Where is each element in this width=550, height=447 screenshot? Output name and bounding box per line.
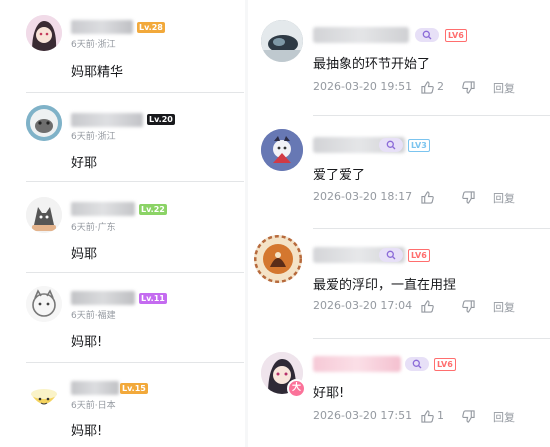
comment-text: 爱了爱了 bbox=[313, 168, 366, 183]
comment-text: 最爱的浮印，一直在用捏 bbox=[313, 278, 457, 293]
comment-item: LV6 最爱的浮印，一直在用捏 2026-03-20 17:04 回复 bbox=[248, 229, 550, 339]
comment-actions: 2026-03-20 18:17 回复 bbox=[313, 190, 543, 206]
search-icon[interactable] bbox=[405, 357, 429, 371]
comment-item: 大 LV6 好耶! 2026-03-20 17:51 1 回复 bbox=[248, 339, 550, 447]
username-redacted[interactable] bbox=[313, 356, 401, 372]
comment-item: Lv.15 6天前·日本 妈耶! bbox=[0, 363, 245, 447]
right-comment-column: LV6 最抽象的环节开始了 2026-03-20 19:51 2 回复 LV3 … bbox=[248, 0, 550, 447]
thumb-down-icon[interactable] bbox=[462, 191, 475, 204]
comment-text: 妈耶! bbox=[71, 424, 103, 439]
comment-item: Lv.20 6天前·浙江 好耶 bbox=[0, 93, 245, 183]
comment-actions: 2026-03-20 17:04 回复 bbox=[313, 299, 543, 315]
comment-date: 2026-03-20 17:04 bbox=[313, 299, 413, 312]
comment-item: Lv.28 6天前·浙江 妈耶精华 bbox=[0, 0, 245, 92]
thumb-up-icon[interactable] bbox=[421, 191, 434, 204]
comment-meta: 6天前·福建 bbox=[71, 311, 116, 321]
comment-meta: 6天前·浙江 bbox=[71, 40, 116, 50]
level-badge: LV6 bbox=[445, 29, 467, 42]
thumb-down-icon[interactable] bbox=[462, 300, 475, 313]
comment-text: 好耶! bbox=[313, 386, 345, 401]
username-redacted[interactable] bbox=[71, 202, 135, 216]
comment-meta: 6天前·浙江 bbox=[71, 132, 116, 142]
comment-item: Lv.11 6天前·福建 妈耶! bbox=[0, 273, 245, 363]
comment-text: 妈耶 bbox=[71, 247, 98, 262]
blurred-photo-avatar-icon[interactable] bbox=[261, 20, 303, 62]
username-redacted[interactable] bbox=[71, 291, 135, 305]
comment-actions: 2026-03-20 19:51 2 回复 bbox=[313, 80, 543, 96]
comment-text: 妈耶! bbox=[71, 335, 103, 350]
comment-meta: 6天前·日本 bbox=[71, 401, 116, 411]
search-icon[interactable] bbox=[379, 138, 403, 152]
comment-text: 好耶 bbox=[71, 156, 98, 171]
username-redacted[interactable] bbox=[71, 20, 133, 34]
thumb-up-icon[interactable] bbox=[421, 81, 434, 94]
search-icon[interactable] bbox=[379, 248, 403, 262]
level-badge: LV3 bbox=[408, 139, 430, 152]
thumb-up-icon[interactable] bbox=[421, 300, 434, 313]
character-avatar-icon[interactable] bbox=[261, 129, 303, 171]
comment-date: 2026-03-20 17:51 bbox=[313, 409, 413, 422]
comment-date: 2026-03-20 18:17 bbox=[313, 190, 413, 203]
level-badge: LV6 bbox=[434, 358, 456, 371]
smiley-bowl-avatar-icon[interactable] bbox=[26, 378, 62, 414]
username-redacted[interactable] bbox=[313, 27, 409, 43]
comment-text: 妈耶精华 bbox=[71, 65, 124, 80]
ornate-seal-avatar-icon[interactable] bbox=[254, 235, 302, 283]
cat-avatar-icon[interactable] bbox=[26, 105, 62, 141]
username-redacted[interactable] bbox=[71, 113, 143, 127]
comment-item: LV6 最抽象的环节开始了 2026-03-20 19:51 2 回复 bbox=[248, 0, 550, 115]
reply-button[interactable]: 回复 bbox=[493, 409, 515, 425]
like-count: 1 bbox=[437, 409, 444, 422]
vip-badge: 大 bbox=[287, 379, 306, 398]
comment-actions: 2026-03-20 17:51 1 回复 bbox=[313, 409, 543, 425]
search-icon[interactable] bbox=[415, 28, 439, 42]
level-badge: Lv.28 bbox=[137, 22, 165, 33]
level-badge: Lv.11 bbox=[139, 293, 167, 304]
comment-meta: 6天前·广东 bbox=[71, 223, 116, 233]
level-badge: LV6 bbox=[408, 249, 430, 262]
comment-date: 2026-03-20 19:51 bbox=[313, 80, 413, 93]
username-redacted[interactable] bbox=[71, 381, 119, 395]
reply-button[interactable]: 回复 bbox=[493, 299, 515, 315]
comment-item: Lv.22 6天前·广东 妈耶 bbox=[0, 182, 245, 272]
level-badge: Lv.20 bbox=[147, 114, 175, 125]
thumb-down-icon[interactable] bbox=[462, 81, 475, 94]
comment-item: LV3 爱了爱了 2026-03-20 18:17 回复 bbox=[248, 116, 550, 228]
level-badge: Lv.22 bbox=[139, 204, 167, 215]
thumb-up-icon[interactable] bbox=[421, 410, 434, 423]
reply-button[interactable]: 回复 bbox=[493, 80, 515, 96]
left-comment-column: Lv.28 6天前·浙江 妈耶精华 Lv.20 6天前·浙江 好耶 Lv.22 … bbox=[0, 0, 245, 447]
reply-button[interactable]: 回复 bbox=[493, 190, 515, 206]
comment-text: 最抽象的环节开始了 bbox=[313, 57, 431, 72]
level-badge: Lv.15 bbox=[120, 383, 148, 394]
thumb-down-icon[interactable] bbox=[462, 410, 475, 423]
like-count: 2 bbox=[437, 80, 444, 93]
sketch-cat-avatar-icon[interactable] bbox=[26, 286, 62, 322]
cat-toy-avatar-icon[interactable] bbox=[26, 197, 62, 233]
anime-girl-avatar-icon[interactable] bbox=[26, 15, 62, 51]
